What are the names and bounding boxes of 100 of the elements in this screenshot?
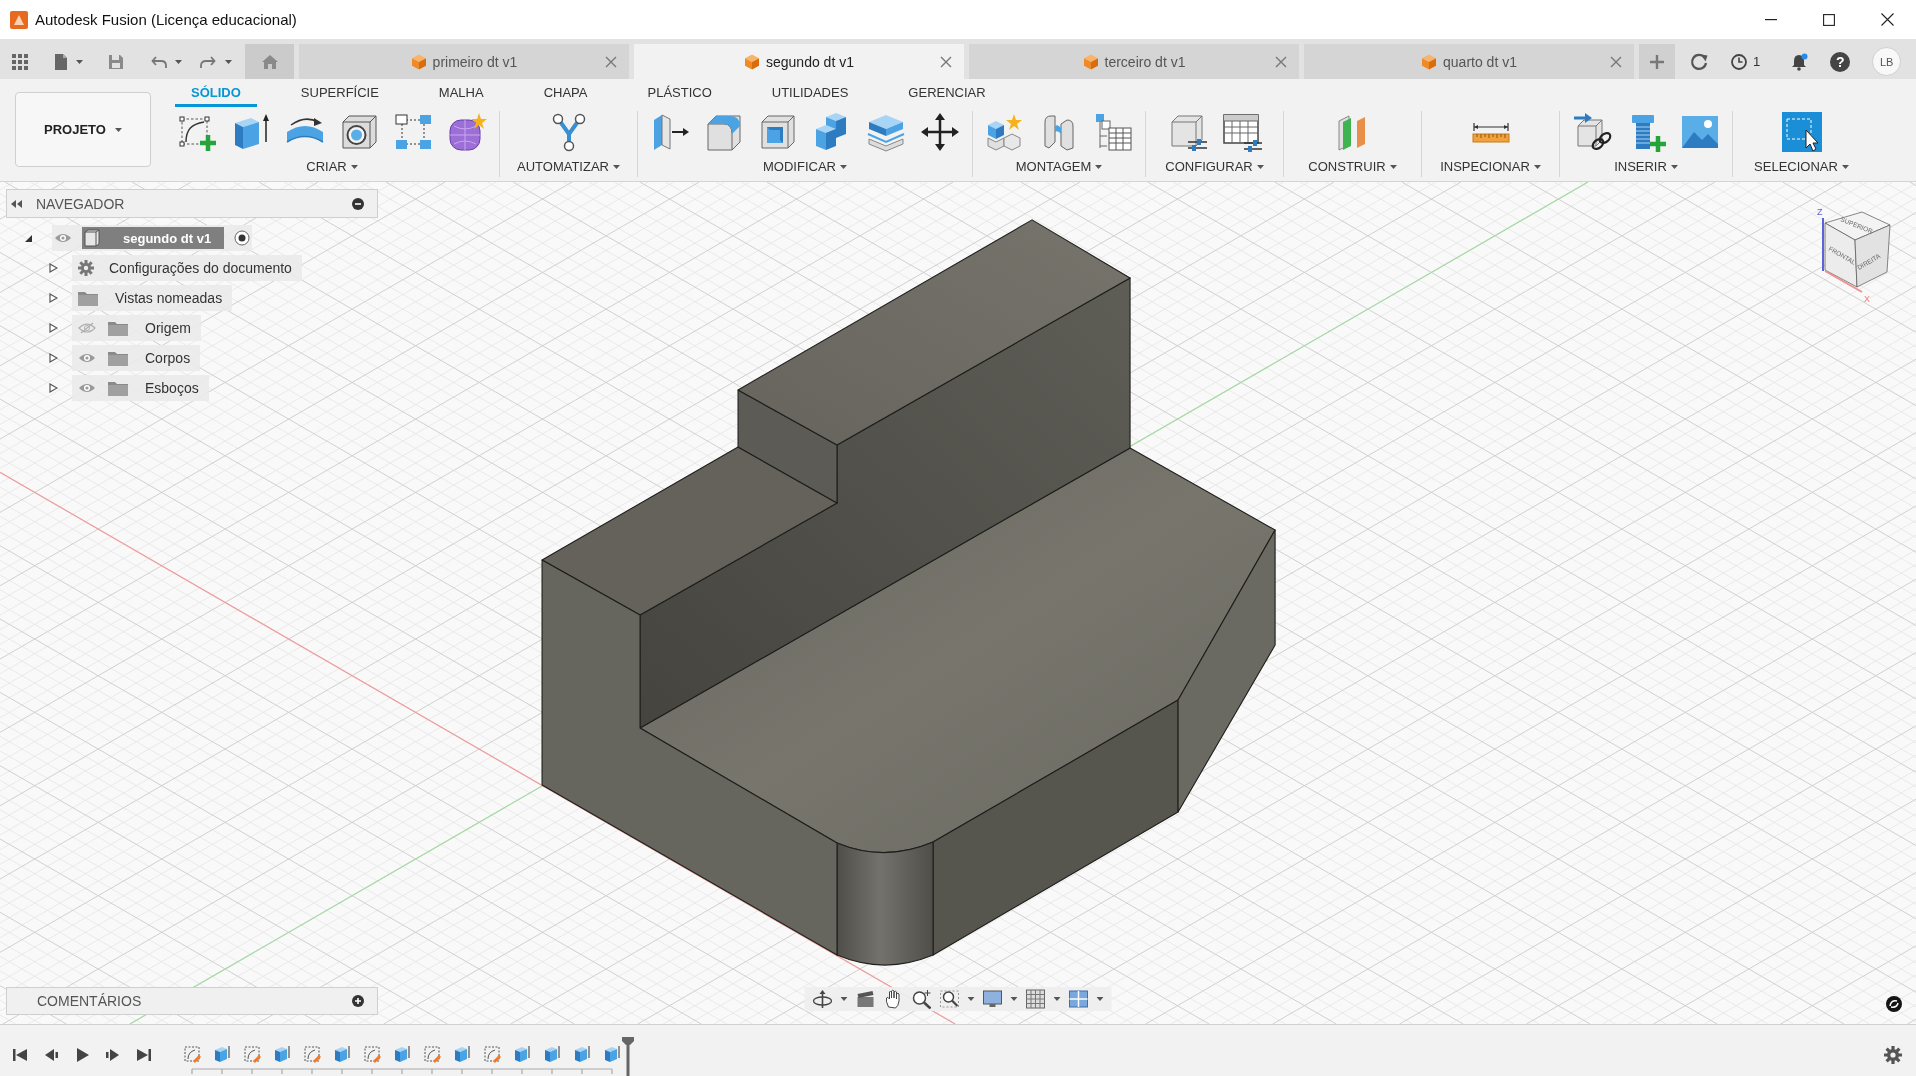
maximize-icon[interactable] — [1823, 13, 1835, 26]
step-back-icon[interactable] — [43, 1046, 59, 1063]
save-icon[interactable] — [108, 53, 124, 70]
tool-group-dropdown[interactable]: CONSTRUIR — [1308, 159, 1397, 174]
document-tab[interactable]: segundo dt v1 — [634, 44, 964, 79]
shell-icon[interactable] — [758, 112, 798, 152]
viewports-icon[interactable] — [1068, 989, 1089, 1009]
caret-icon[interactable] — [1053, 997, 1061, 1001]
sketch-feature-icon[interactable] — [423, 1045, 441, 1063]
caret-icon[interactable] — [76, 59, 83, 64]
project-button[interactable]: PROJETO — [15, 92, 151, 167]
circular-arrow-icon[interactable] — [1690, 52, 1708, 71]
caret-icon[interactable] — [1010, 997, 1018, 1001]
tool-group-dropdown[interactable]: AUTOMATIZAR — [517, 159, 620, 174]
circle-loop-icon[interactable] — [1886, 996, 1902, 1012]
toolbar-tab[interactable]: SUPERFÍCIE — [284, 79, 395, 107]
tree-item[interactable]: Corpos — [72, 345, 201, 371]
bell-icon[interactable] — [1790, 52, 1809, 71]
minimize-icon[interactable] — [1765, 18, 1777, 21]
playhead-marker[interactable] — [621, 1036, 635, 1076]
box-link-icon[interactable] — [1572, 112, 1612, 152]
extrude-feature-icon[interactable] — [513, 1045, 531, 1063]
minus-circle-icon[interactable] — [352, 197, 364, 210]
toolbar-tab[interactable]: CHAPA — [527, 79, 604, 107]
tool-group-dropdown[interactable]: INSPECIONAR — [1440, 159, 1541, 174]
new-tab-button[interactable] — [1639, 44, 1675, 79]
zoom-window-icon[interactable] — [939, 989, 960, 1009]
extrude-feature-icon[interactable] — [453, 1045, 471, 1063]
radio-icon[interactable] — [234, 230, 251, 246]
sketch-feature-icon[interactable] — [303, 1045, 321, 1063]
extrude-feature-icon[interactable] — [573, 1045, 591, 1063]
toolbar-tab[interactable]: UTILIDADES — [755, 79, 865, 107]
display-icon[interactable] — [982, 989, 1003, 1009]
collapse-icon[interactable] — [11, 199, 22, 208]
table-tree-icon[interactable] — [1093, 112, 1133, 152]
grid-icon[interactable] — [1025, 989, 1046, 1009]
view-cube[interactable] — [1822, 211, 1891, 293]
tree-item[interactable]: Origem — [72, 315, 201, 341]
sphere-star-icon[interactable] — [447, 112, 487, 152]
document-node[interactable]: segundo dt v1 — [82, 227, 225, 249]
tree-item[interactable]: Configurações do documento — [72, 255, 302, 281]
sketch-feature-icon[interactable] — [483, 1045, 501, 1063]
user-avatar[interactable]: LB — [1872, 47, 1902, 76]
clock-icon[interactable] — [1731, 53, 1747, 70]
settings-icon[interactable] — [1884, 1045, 1902, 1064]
document-tab[interactable]: terceiro dt v1 — [969, 44, 1299, 79]
eye-icon[interactable] — [78, 352, 96, 364]
skip-end-icon[interactable] — [136, 1046, 152, 1063]
pattern-icon[interactable] — [393, 112, 433, 152]
extrude-feature-icon[interactable] — [213, 1045, 231, 1063]
step-forward-icon[interactable] — [105, 1046, 121, 1063]
triangle-icon[interactable] — [48, 293, 58, 303]
tool-group-dropdown[interactable]: MODIFICAR — [763, 159, 847, 174]
tool-group-dropdown[interactable]: CONFIGURAR — [1165, 159, 1264, 174]
caret-icon[interactable] — [840, 997, 848, 1001]
document-tab[interactable]: primeiro dt v1 — [299, 44, 629, 79]
caret-icon[interactable] — [225, 59, 232, 64]
offset-slab-icon[interactable] — [866, 112, 906, 152]
help-button[interactable]: ? — [1830, 51, 1851, 72]
triangle-icon[interactable] — [48, 383, 58, 393]
toolbar-tab[interactable]: PLÁSTICO — [631, 79, 728, 107]
eye-icon[interactable] — [54, 232, 72, 244]
toolbar-tab[interactable]: MALHA — [422, 79, 500, 107]
redo-icon[interactable] — [200, 54, 216, 69]
skip-start-icon[interactable] — [12, 1046, 28, 1063]
tool-group-dropdown[interactable]: CRIAR — [306, 159, 358, 174]
plus-circle-icon[interactable] — [352, 995, 364, 1007]
triangle-icon[interactable] — [48, 323, 58, 333]
extrude-feature-icon[interactable] — [273, 1045, 291, 1063]
tree-item[interactable]: segundo dt v1 — [52, 225, 253, 251]
undo-icon[interactable] — [151, 54, 167, 69]
caret-icon[interactable] — [175, 59, 182, 64]
apps-grid-icon[interactable] — [12, 53, 28, 70]
table-sliders-icon[interactable] — [1221, 112, 1262, 152]
triangle-icon[interactable] — [48, 263, 58, 273]
tool-group-dropdown[interactable]: MONTAGEM — [1015, 159, 1103, 174]
orbit-icon[interactable] — [812, 989, 833, 1009]
tool-group-dropdown[interactable]: INSERIR — [1614, 159, 1678, 174]
tool-group-dropdown[interactable]: SELECIONAR — [1754, 159, 1849, 174]
extrude-feature-icon[interactable] — [333, 1045, 351, 1063]
hole-icon[interactable] — [339, 112, 379, 152]
extrude-feature-icon[interactable] — [543, 1045, 561, 1063]
extrude-feature-icon[interactable] — [393, 1045, 411, 1063]
select-cursor-icon[interactable] — [1781, 112, 1822, 152]
close-icon[interactable] — [1880, 13, 1894, 26]
extrude-feature-icon[interactable] — [603, 1045, 621, 1063]
tree-item[interactable]: Vistas nomeadas — [72, 285, 233, 311]
toolbar-tab[interactable]: GERENCIAR — [892, 79, 1002, 107]
triangle-icon[interactable] — [23, 233, 33, 243]
eye-icon[interactable] — [78, 382, 96, 394]
sketch-feature-icon[interactable] — [183, 1045, 201, 1063]
zoom-icon[interactable] — [911, 989, 932, 1009]
play-icon[interactable] — [74, 1046, 90, 1063]
document-tab[interactable]: quarto dt v1 — [1304, 44, 1634, 79]
tree-item[interactable]: Esboços — [72, 375, 209, 401]
caret-icon[interactable] — [967, 997, 975, 1001]
file-icon[interactable] — [54, 52, 68, 71]
move-arrows-icon[interactable] — [920, 112, 960, 152]
sketch-feature-icon[interactable] — [243, 1045, 261, 1063]
sketch-feature-icon[interactable] — [363, 1045, 381, 1063]
